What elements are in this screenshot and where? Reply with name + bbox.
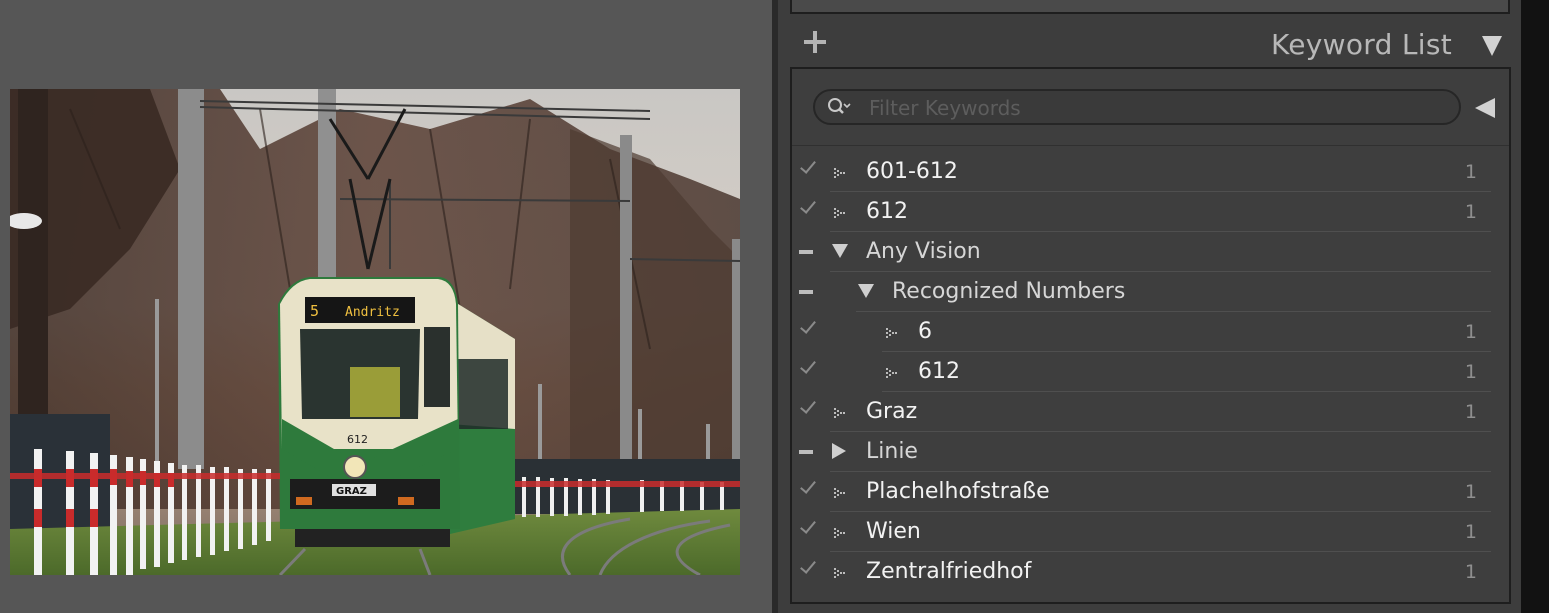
keyword-applied-check-icon[interactable]	[800, 400, 816, 416]
previous-panel-bottom	[790, 0, 1510, 14]
keyword-partial-minus-icon[interactable]	[799, 450, 813, 454]
filter-keywords-field[interactable]	[813, 89, 1461, 125]
keyword-leaf-arrow-icon[interactable]	[832, 566, 846, 580]
tram-number: 612	[347, 433, 368, 446]
keyword-leaf-arrow-icon[interactable]	[832, 526, 846, 540]
keyword-leaf-arrow-icon[interactable]	[832, 166, 846, 180]
keyword-applied-check-icon[interactable]	[800, 200, 816, 216]
collapse-panel-icon[interactable]	[1482, 36, 1502, 56]
search-icon[interactable]	[827, 97, 851, 119]
photo-preview: 5 Andritz 612 GRAZ	[10, 89, 740, 575]
keyword-row[interactable]: Linie	[792, 432, 1509, 472]
keyword-row[interactable]: 61	[792, 312, 1509, 352]
keyword-row[interactable]: Recognized Numbers	[792, 272, 1509, 312]
keyword-applied-check-icon[interactable]	[800, 320, 816, 336]
keyword-label[interactable]: Graz	[866, 399, 917, 424]
keyword-applied-check-icon[interactable]	[800, 520, 816, 536]
keyword-leaf-arrow-icon[interactable]	[832, 486, 846, 500]
keyword-row[interactable]: Plachelhofstraße 1	[792, 472, 1509, 512]
keyword-row[interactable]: Zentralfriedhof 1	[792, 552, 1509, 592]
keyword-leaf-arrow-icon[interactable]	[832, 406, 846, 420]
keyword-applied-check-icon[interactable]	[800, 360, 816, 376]
keyword-partial-minus-icon[interactable]	[799, 250, 813, 254]
expand-triangle-down-icon[interactable]	[858, 284, 874, 298]
keyword-applied-check-icon[interactable]	[800, 560, 816, 576]
keyword-label[interactable]: Plachelhofstraße	[866, 479, 1050, 504]
keyword-count: 1	[1464, 361, 1477, 383]
keyword-row[interactable]: Graz 1	[792, 392, 1509, 432]
keyword-label[interactable]: Recognized Numbers	[892, 279, 1125, 304]
filter-row	[792, 69, 1509, 146]
keyword-label[interactable]: 601-612	[866, 159, 958, 184]
keyword-row[interactable]: 612 1	[792, 352, 1509, 392]
keyword-leaf-arrow-icon[interactable]	[832, 206, 846, 220]
route-number-display: 5	[310, 302, 319, 320]
keyword-count: 1	[1464, 481, 1477, 503]
keyword-label[interactable]: Any Vision	[866, 239, 981, 264]
tram-photo: 5 Andritz 612 GRAZ	[10, 89, 740, 575]
destination-display: Andritz	[345, 305, 400, 320]
keyword-list: 601-612 1 612 1 Any Vision Recognized Numbers…	[792, 152, 1509, 592]
keyword-count: 1	[1464, 561, 1477, 583]
keyword-label[interactable]: Zentralfriedhof	[866, 559, 1031, 584]
keyword-list-box: 601-612 1 612 1 Any Vision Recognized Numbers…	[790, 67, 1511, 604]
keyword-count: 1	[1464, 321, 1477, 343]
keyword-count: 1	[1464, 521, 1477, 543]
graz-badge: GRAZ	[336, 486, 367, 497]
expand-triangle-down-icon[interactable]	[832, 244, 848, 258]
keyword-label[interactable]: 6	[918, 319, 932, 344]
right-panel: Keyword List 601-612 1 612 1 Any Vision Recog…	[778, 0, 1521, 613]
keyword-count: 1	[1464, 161, 1477, 183]
keyword-row[interactable]: 601-612 1	[792, 152, 1509, 192]
keyword-partial-minus-icon[interactable]	[799, 290, 813, 294]
keyword-leaf-arrow-icon[interactable]	[884, 326, 898, 340]
filter-options-toggle-icon[interactable]	[1475, 98, 1495, 118]
keyword-list-header[interactable]: Keyword List	[790, 24, 1512, 66]
keyword-applied-check-icon[interactable]	[800, 160, 816, 176]
keyword-list-title[interactable]: Keyword List	[1271, 28, 1452, 61]
keyword-row[interactable]: Wien 1	[792, 512, 1509, 552]
keyword-label[interactable]: 612	[918, 359, 960, 384]
filter-keywords-input[interactable]	[867, 95, 1451, 121]
keyword-row[interactable]: 612 1	[792, 192, 1509, 232]
keyword-count: 1	[1464, 201, 1477, 223]
right-edge-strip	[1521, 0, 1549, 613]
keyword-label[interactable]: Linie	[866, 439, 918, 464]
add-keyword-button[interactable]	[802, 28, 830, 56]
keyword-label[interactable]: Wien	[866, 519, 921, 544]
keyword-applied-check-icon[interactable]	[800, 480, 816, 496]
expand-triangle-right-icon[interactable]	[832, 443, 846, 459]
keyword-count: 1	[1464, 401, 1477, 423]
keyword-leaf-arrow-icon[interactable]	[884, 366, 898, 380]
keyword-row[interactable]: Any Vision	[792, 232, 1509, 272]
keyword-label[interactable]: 612	[866, 199, 908, 224]
